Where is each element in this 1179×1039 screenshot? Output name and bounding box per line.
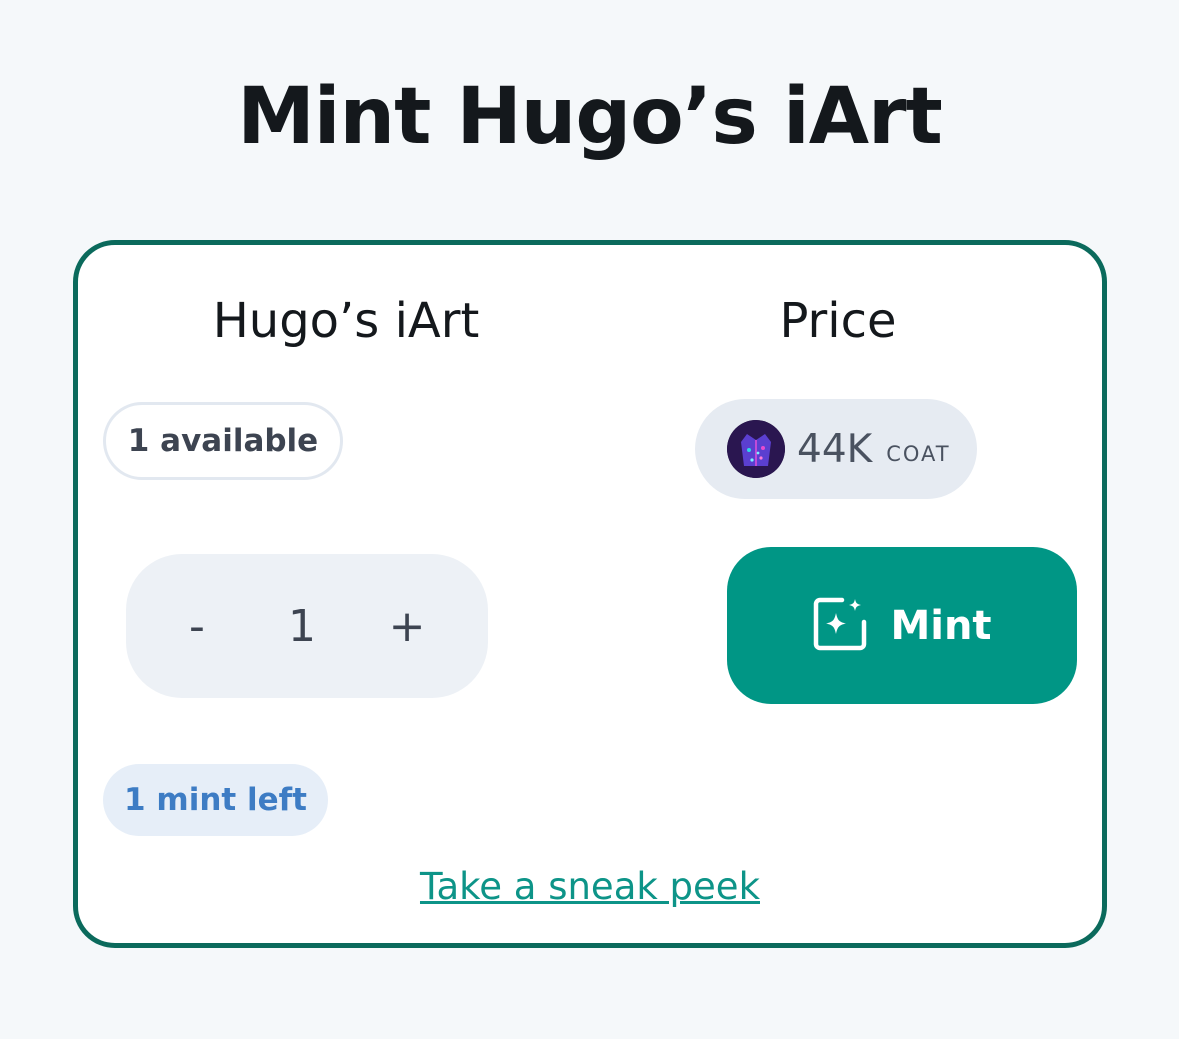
sneak-peek-link[interactable]: Take a sneak peek (78, 865, 1102, 908)
sparkle-image-icon (812, 596, 868, 655)
increment-button[interactable]: + (352, 601, 462, 652)
price-heading: Price (779, 293, 897, 349)
price-amount: 44K (797, 426, 873, 472)
available-badge: 1 available (103, 402, 343, 480)
page: Mint Hugo’s iArt Hugo’s iArt Price 1 ava… (0, 0, 1179, 1039)
decrement-button[interactable]: - (142, 601, 252, 652)
coat-token-icon (727, 420, 785, 478)
quantity-value: 1 (288, 600, 316, 652)
mint-button[interactable]: Mint (727, 547, 1077, 704)
mint-card: Hugo’s iArt Price 1 available 44K COAT -… (73, 240, 1107, 948)
mints-left-badge: 1 mint left (103, 764, 328, 836)
collection-heading: Hugo’s iArt (212, 293, 480, 349)
mint-button-label: Mint (890, 602, 992, 649)
price-pill: 44K COAT (695, 399, 977, 499)
page-title: Mint Hugo’s iArt (237, 72, 943, 162)
price-unit: COAT (886, 442, 951, 466)
quantity-stepper: - 1 + (126, 554, 488, 698)
